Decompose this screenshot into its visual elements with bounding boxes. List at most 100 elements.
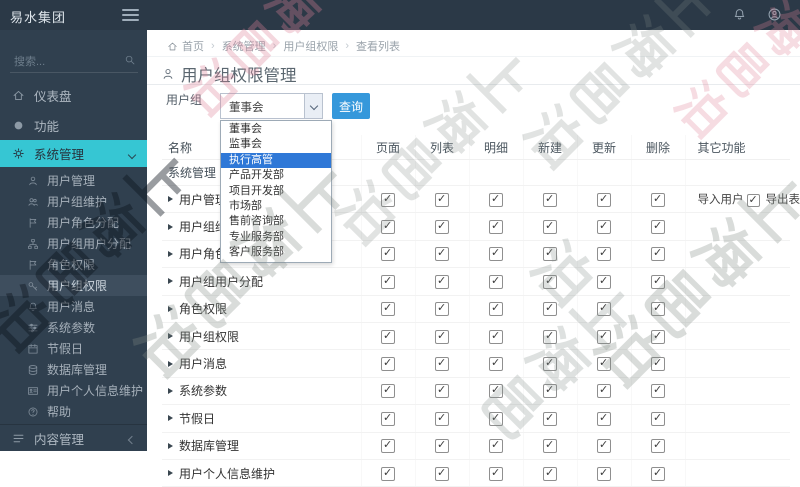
permission-checkbox[interactable] [597,412,611,426]
permission-checkbox[interactable] [489,357,503,371]
permission-checkbox[interactable] [651,439,665,453]
row-expander[interactable]: 数据库管理 [168,437,360,454]
sidebar-item-0[interactable]: 仪表盘 [0,80,147,110]
row-expander[interactable]: 系统参数 [168,382,360,399]
permission-checkbox[interactable] [489,220,503,234]
permission-checkbox[interactable] [597,384,611,398]
sidebar-subitem-1[interactable]: 用户组维护 [0,191,147,212]
permission-checkbox[interactable] [489,302,503,316]
permission-checkbox[interactable] [543,330,557,344]
hamburger-menu-icon[interactable] [122,9,139,24]
permission-checkbox[interactable] [489,330,503,344]
permission-checkbox[interactable] [543,467,557,481]
permission-checkbox[interactable] [435,193,449,207]
sidebar-subitem-2[interactable]: 用户角色分配 [0,212,147,233]
permission-checkbox[interactable] [381,193,395,207]
permission-checkbox[interactable] [381,357,395,371]
row-expander[interactable]: 用户消息 [168,355,360,372]
permission-checkbox[interactable] [597,302,611,316]
permission-checkbox[interactable] [489,193,503,207]
permission-checkbox[interactable] [597,467,611,481]
permission-checkbox[interactable] [489,412,503,426]
extra-permission-checkbox[interactable] [747,194,760,207]
permission-checkbox[interactable] [381,384,395,398]
breadcrumb-item-3[interactable]: 查看列表 [356,38,400,54]
permission-checkbox[interactable] [651,193,665,207]
permission-checkbox[interactable] [435,439,449,453]
notifications-bell-icon[interactable] [732,7,747,22]
permission-checkbox[interactable] [381,412,395,426]
permission-checkbox[interactable] [651,302,665,316]
permission-checkbox[interactable] [651,357,665,371]
permission-checkbox[interactable] [543,302,557,316]
permission-checkbox[interactable] [381,439,395,453]
sidebar-subitem-5[interactable]: 用户组权限 [0,275,147,296]
row-expander[interactable]: 用户组用户分配 [168,273,360,290]
sidebar-subitem-10[interactable]: 用户个人信息维护 [0,380,147,401]
sidebar-item-content-management[interactable]: 内容管理 [0,424,147,452]
dropdown-option-5[interactable]: 市场部 [221,199,331,214]
permission-checkbox[interactable] [435,467,449,481]
row-expander[interactable]: 用户组权限 [168,328,360,345]
permission-checkbox[interactable] [543,193,557,207]
dropdown-option-4[interactable]: 项目开发部 [221,184,331,199]
breadcrumb-item-1[interactable]: 系统管理 [222,38,266,54]
permission-checkbox[interactable] [381,275,395,289]
permission-checkbox[interactable] [651,330,665,344]
row-expander[interactable]: 角色权限 [168,300,360,317]
user-group-select[interactable]: 董事会 [220,93,323,119]
permission-checkbox[interactable] [381,220,395,234]
sidebar-subitem-9[interactable]: 数据库管理 [0,359,147,380]
permission-checkbox[interactable] [597,357,611,371]
sidebar-subitem-4[interactable]: 角色权限 [0,254,147,275]
permission-checkbox[interactable] [651,467,665,481]
permission-checkbox[interactable] [543,220,557,234]
permission-checkbox[interactable] [543,412,557,426]
permission-checkbox[interactable] [489,439,503,453]
sidebar-item-2[interactable]: 系统管理 [0,140,147,167]
permission-checkbox[interactable] [597,330,611,344]
permission-checkbox[interactable] [597,275,611,289]
search-input[interactable] [12,52,116,72]
search-icon[interactable] [124,54,136,66]
permission-checkbox[interactable] [435,275,449,289]
sidebar-subitem-0[interactable]: 用户管理 [0,170,147,191]
permission-checkbox[interactable] [489,384,503,398]
permission-checkbox[interactable] [651,412,665,426]
permission-checkbox[interactable] [543,357,557,371]
permission-checkbox[interactable] [381,467,395,481]
row-expander[interactable]: 节假日 [168,410,360,427]
permission-checkbox[interactable] [651,275,665,289]
brand-logo[interactable]: 易水集团 [10,7,66,26]
permission-checkbox[interactable] [651,384,665,398]
sidebar-item-1[interactable]: 功能 [0,110,147,140]
permission-checkbox[interactable] [597,439,611,453]
sidebar-subitem-7[interactable]: 系统参数 [0,317,147,338]
breadcrumb-item-0[interactable]: 首页 [182,38,204,54]
permission-checkbox[interactable] [381,330,395,344]
sidebar-subitem-6[interactable]: 用户消息 [0,296,147,317]
permission-checkbox[interactable] [435,220,449,234]
permission-checkbox[interactable] [435,247,449,261]
permission-checkbox[interactable] [435,412,449,426]
permission-checkbox[interactable] [435,330,449,344]
permission-checkbox[interactable] [597,220,611,234]
user-account-icon[interactable] [767,7,782,22]
sidebar-subitem-8[interactable]: 节假日 [0,338,147,359]
permission-checkbox[interactable] [543,247,557,261]
dropdown-option-0[interactable]: 董事会 [221,122,331,137]
query-button[interactable]: 查询 [332,93,370,119]
dropdown-option-7[interactable]: 专业服务部 [221,230,331,245]
permission-checkbox[interactable] [597,247,611,261]
breadcrumb-item-2[interactable]: 用户组权限 [283,38,338,54]
permission-checkbox[interactable] [381,247,395,261]
permission-checkbox[interactable] [543,275,557,289]
dropdown-option-3[interactable]: 产品开发部 [221,168,331,183]
row-expander[interactable]: 用户个人信息维护 [168,465,360,482]
dropdown-option-6[interactable]: 售前咨询部 [221,214,331,229]
sidebar-subitem-3[interactable]: 用户组用户分配 [0,233,147,254]
permission-checkbox[interactable] [435,384,449,398]
permission-checkbox[interactable] [651,220,665,234]
dropdown-option-8[interactable]: 客户服务部 [221,245,331,260]
permission-checkbox[interactable] [435,302,449,316]
